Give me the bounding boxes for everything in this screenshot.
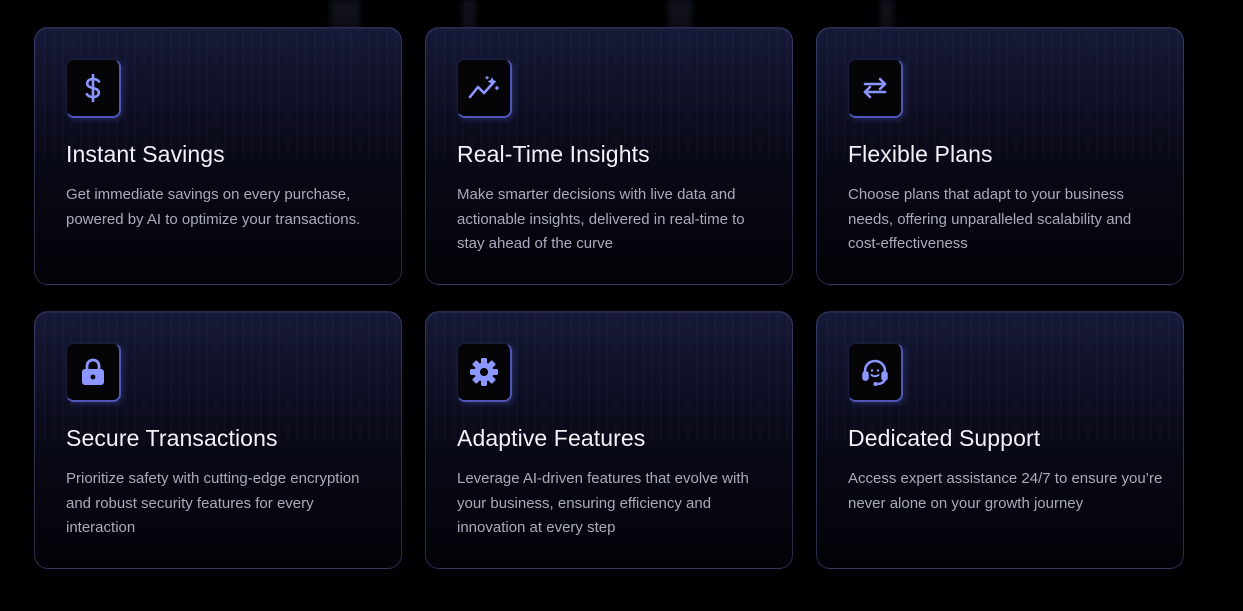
dollar-icon [66,59,121,118]
feature-card-flexible-plans: Flexible Plans Choose plans that adapt t… [816,27,1184,285]
feature-card-secure-transactions: Secure Transactions Prioritize safety wi… [34,311,402,569]
feature-description: Leverage AI-driven features that evolve … [457,470,749,536]
sparkle-trend-icon [457,59,512,118]
feature-description: Choose plans that adapt to your business… [848,186,1132,252]
feature-title: Dedicated Support [848,425,1041,451]
headset-icon [848,343,903,402]
feature-card-instant-savings: Instant Savings Get immediate savings on… [34,27,402,285]
swap-arrows-icon [848,59,903,118]
feature-title: Adaptive Features [457,425,646,451]
feature-description: Get immediate savings on every purchase,… [66,186,361,228]
gear-icon [457,343,512,402]
feature-description: Access expert assistance 24/7 to ensure … [848,470,1163,512]
feature-title: Secure Transactions [66,425,278,451]
lock-icon [66,343,121,402]
feature-grid: Instant Savings Get immediate savings on… [34,27,1184,569]
feature-description: Prioritize safety with cutting-edge encr… [66,470,360,536]
feature-card-adaptive-features: Adaptive Features Leverage AI-driven fea… [425,311,793,569]
feature-title: Real-Time Insights [457,141,650,167]
feature-description: Make smarter decisions with live data an… [457,186,745,252]
features-section: Instant Savings Get immediate savings on… [0,0,1243,611]
feature-card-real-time-insights: Real-Time Insights Make smarter decision… [425,27,793,285]
feature-title: Flexible Plans [848,141,993,167]
feature-title: Instant Savings [66,141,225,167]
feature-card-dedicated-support: Dedicated Support Access expert assistan… [816,311,1184,569]
